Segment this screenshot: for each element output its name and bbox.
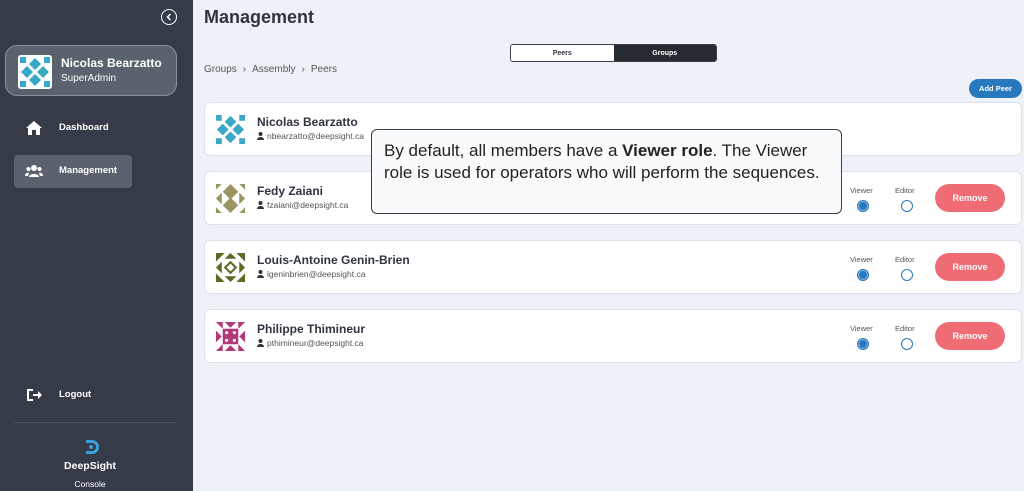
avatar — [214, 182, 247, 215]
avatar — [214, 113, 247, 146]
viewer-label: Viewer — [850, 186, 873, 195]
peer-email: pthimineur@deepsight.ca — [257, 338, 364, 348]
info-tooltip: By default, all members have a Viewer ro… — [371, 129, 842, 214]
logout-button[interactable]: Logout — [14, 379, 132, 412]
tab-peers[interactable]: Peers — [511, 45, 614, 61]
editor-label: Editor — [895, 186, 915, 195]
sidebar-item-label: Dashboard — [59, 122, 109, 133]
sidebar-divider — [14, 422, 176, 423]
peer-email-text: lgeninbrien@deepsight.ca — [267, 269, 366, 279]
peer-card: Louis-Antoine Genin-Brien lgeninbrien@de… — [204, 240, 1022, 294]
sidebar-item-label: Management — [59, 165, 118, 176]
chevron-right-icon: › — [301, 64, 305, 75]
collapse-sidebar-button[interactable] — [161, 9, 177, 25]
view-toggle: Peers Groups — [510, 44, 717, 62]
users-icon — [25, 165, 43, 177]
user-icon — [257, 201, 264, 209]
user-icon — [257, 270, 264, 278]
brand-subtitle: Console — [74, 479, 106, 489]
user-card[interactable]: Nicolas Bearzatto SuperAdmin — [5, 45, 177, 96]
breadcrumb: Groups › Assembly › Peers — [204, 64, 337, 75]
sidebar-item-dashboard[interactable]: Dashboard — [14, 112, 132, 145]
chevron-left-icon — [166, 13, 172, 21]
remove-button[interactable]: Remove — [935, 322, 1005, 350]
viewer-label: Viewer — [850, 255, 873, 264]
sidebar: Nicolas Bearzatto SuperAdmin Dashboard M… — [0, 0, 193, 491]
chevron-right-icon: › — [242, 64, 247, 75]
peer-email-text: fzaiani@deepsight.ca — [267, 200, 349, 210]
user-icon — [257, 132, 264, 140]
remove-button[interactable]: Remove — [935, 253, 1005, 281]
peer-email-text: nbearzatto@deepsight.ca — [267, 131, 364, 141]
peer-email-text: pthimineur@deepsight.ca — [267, 338, 364, 348]
avatar — [18, 55, 52, 89]
tooltip-text-pre: By default, all members have a — [384, 141, 623, 160]
deepsight-logo-icon — [86, 440, 99, 454]
breadcrumb-item-assembly[interactable]: Assembly — [252, 64, 295, 75]
peer-card: Philippe Thimineur pthimineur@deepsight.… — [204, 309, 1022, 363]
logout-icon — [27, 389, 42, 401]
tab-groups[interactable]: Groups — [613, 45, 716, 61]
breadcrumb-item-groups[interactable]: Groups — [204, 64, 237, 75]
peer-name: Fedy Zaiani — [257, 184, 324, 198]
avatar — [214, 251, 247, 284]
peer-email: lgeninbrien@deepsight.ca — [257, 269, 365, 279]
add-peer-button[interactable]: Add Peer — [969, 79, 1022, 98]
user-name: Nicolas Bearzatto — [61, 56, 162, 70]
user-role: SuperAdmin — [61, 73, 117, 84]
editor-label: Editor — [895, 255, 915, 264]
viewer-label: Viewer — [850, 324, 873, 333]
peer-name: Philippe Thimineur — [257, 322, 366, 336]
breadcrumb-item-peers: Peers — [310, 64, 337, 75]
user-icon — [257, 339, 264, 347]
peer-email: nbearzatto@deepsight.ca — [257, 131, 364, 141]
editor-radio[interactable] — [901, 338, 913, 350]
remove-button[interactable]: Remove — [935, 184, 1005, 212]
home-icon — [26, 121, 42, 135]
viewer-radio[interactable] — [857, 200, 869, 212]
page-title: Management — [204, 7, 315, 27]
sidebar-item-management[interactable]: Management — [14, 155, 132, 188]
viewer-radio[interactable] — [857, 269, 869, 281]
editor-radio[interactable] — [901, 200, 913, 212]
logout-label: Logout — [59, 389, 92, 400]
editor-label: Editor — [895, 324, 915, 333]
peer-name: Nicolas Bearzatto — [257, 115, 358, 129]
viewer-radio[interactable] — [857, 338, 869, 350]
peer-email: fzaiani@deepsight.ca — [257, 200, 348, 210]
tooltip-text-bold: Viewer role — [622, 141, 713, 160]
peer-name: Louis-Antoine Genin-Brien — [257, 253, 410, 267]
brand-name: DeepSight — [64, 460, 116, 472]
editor-radio[interactable] — [901, 269, 913, 281]
avatar — [214, 320, 247, 353]
